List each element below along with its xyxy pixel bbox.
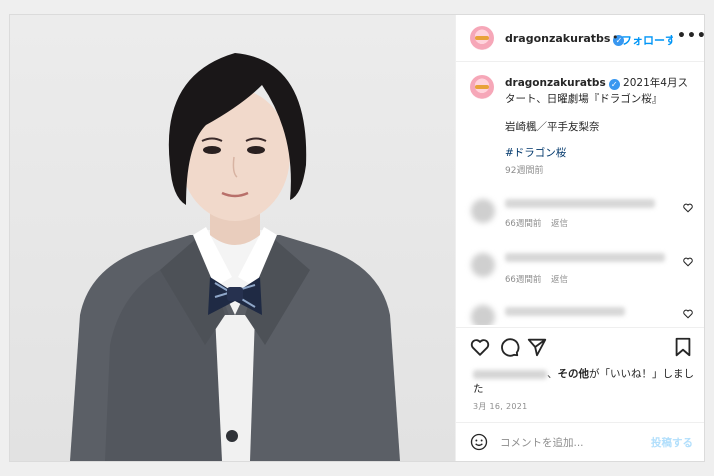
add-comment-bar: 投稿する <box>456 422 704 461</box>
reply-button[interactable]: 返信 <box>551 273 568 285</box>
liker-name[interactable] <box>473 369 547 379</box>
list-item <box>456 299 704 325</box>
list-item: 66週間前 返信 <box>456 193 704 233</box>
portrait-illustration <box>70 53 400 461</box>
caption-username[interactable]: dragonzakuratbs <box>505 77 606 89</box>
list-item: 66週間前 返信 <box>456 247 704 287</box>
save-icon[interactable] <box>672 336 694 358</box>
post-button[interactable]: 投稿する <box>651 435 693 450</box>
post-header: dragonzakuratbs✓ • フォローする ••• <box>456 15 704 62</box>
likes-summary: 、その他が「いいね！」しました <box>473 368 694 395</box>
heart-icon[interactable] <box>683 203 693 213</box>
caption-avatar[interactable] <box>470 75 494 99</box>
action-bar <box>456 327 704 368</box>
caption: dragonzakuratbs ✓ 2021年4月スタート、日曜劇場『ドラゴン桜』… <box>505 75 695 179</box>
comment-age: 66週間前 <box>505 275 542 285</box>
comment-age: 66週間前 <box>505 219 542 229</box>
avatar[interactable] <box>470 26 494 50</box>
verified-icon: ✓ <box>608 79 620 90</box>
hashtag-link[interactable]: #ドラゴン桜 <box>505 145 695 161</box>
post-sidebar: dragonzakuratbs✓ • フォローする ••• dragonzaku… <box>455 15 704 461</box>
post-modal: dragonzakuratbs✓ • フォローする ••• dragonzaku… <box>9 14 705 462</box>
comment-icon[interactable] <box>498 336 520 358</box>
caption-age: 92週間前 <box>505 166 544 176</box>
follow-button[interactable]: フォローする <box>621 32 673 48</box>
others-link[interactable]: その他 <box>558 368 590 380</box>
post-photo[interactable] <box>10 15 455 461</box>
comment-input[interactable] <box>498 432 642 454</box>
reply-button[interactable]: 返信 <box>551 217 568 229</box>
emoji-icon[interactable] <box>470 433 488 451</box>
avatar[interactable] <box>471 199 495 223</box>
share-icon[interactable] <box>526 336 548 358</box>
heart-icon[interactable] <box>683 309 693 319</box>
comment-text <box>505 199 655 208</box>
separator-dot: • <box>612 31 619 44</box>
heart-icon[interactable] <box>683 257 693 267</box>
avatar[interactable] <box>471 305 495 325</box>
header-username[interactable]: dragonzakuratbs ✓ <box>505 32 625 46</box>
heart-icon[interactable] <box>469 336 491 358</box>
post-date[interactable]: 3月 16, 2021 <box>473 401 528 412</box>
avatar[interactable] <box>471 253 495 277</box>
comment-text <box>505 307 625 316</box>
caption-credit: 岩崎楓／平手友梨奈 <box>505 121 600 133</box>
comment-text <box>505 253 665 262</box>
more-icon[interactable]: ••• <box>677 28 704 44</box>
